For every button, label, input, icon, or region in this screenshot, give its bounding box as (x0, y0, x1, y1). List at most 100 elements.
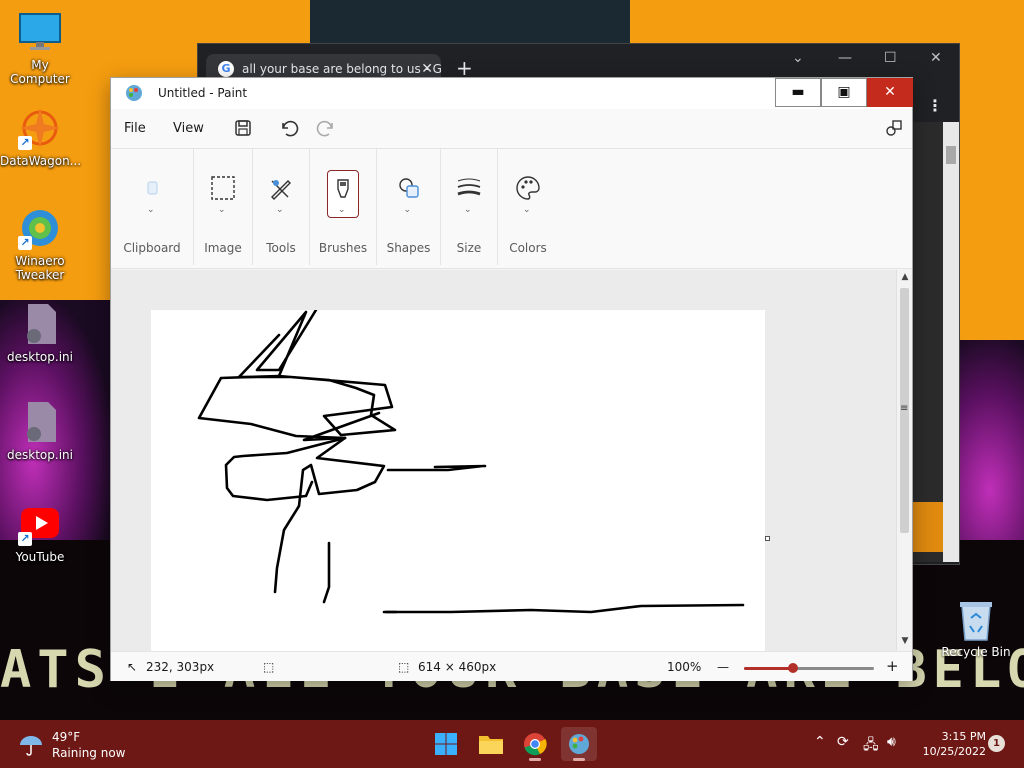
zoom-in-icon[interactable]: + (886, 657, 899, 675)
drawing-stroke (224, 436, 347, 502)
clipboard-icon (147, 181, 158, 195)
minimize-button[interactable]: ▬ (775, 78, 821, 107)
desktop-icon-desktop-ini-2[interactable]: desktop.ini (0, 400, 80, 462)
sync-icon[interactable]: ⟳ (837, 734, 849, 750)
minimize-icon: ▬ (791, 84, 805, 100)
winaero-tweaker-icon: ↗ (18, 206, 62, 250)
selection-size-icon: ⬚ (263, 660, 275, 674)
ribbon-group-brushes[interactable]: ⌄ Brushes (310, 149, 377, 265)
desktop-icon-label: desktop.ini (7, 448, 73, 462)
maximize-button[interactable]: ▣ (821, 78, 867, 107)
settings-file-icon (18, 302, 62, 346)
desktop-icon-label: DataWagon... (0, 154, 82, 168)
layers-icon[interactable] (883, 117, 905, 139)
scroll-up-icon[interactable]: ▲ (897, 272, 913, 282)
chevron-down-icon: ⌄ (464, 205, 472, 215)
close-button[interactable]: ✕ (867, 78, 913, 107)
taskbar-file-explorer[interactable] (473, 727, 509, 761)
brush-icon (337, 179, 349, 198)
desktop-icon-desktop-ini-1[interactable]: desktop.ini (0, 302, 80, 364)
desktop-icon-winaero-tweaker[interactable]: ↗ Winaero Tweaker (0, 206, 80, 282)
tab-search-icon[interactable]: ⌄ (792, 50, 804, 66)
ribbon-group-tools[interactable]: ⌄ Tools (253, 149, 310, 265)
ribbon-group-shapes[interactable]: ⌄ Shapes (377, 149, 441, 265)
selection-icon (211, 176, 235, 200)
folder-icon (479, 736, 503, 754)
speaker-icon[interactable]: 🔊︎ (887, 734, 896, 750)
cursor-position: 232, 303px (146, 660, 215, 674)
desktop-icon-label: desktop.ini (7, 350, 73, 364)
maximize-icon[interactable]: ☐ (884, 50, 897, 66)
ribbon-label: Brushes (318, 241, 368, 255)
ribbon-group-colors[interactable]: ⌄ Colors (498, 149, 558, 265)
drawing-canvas[interactable] (151, 310, 765, 651)
stroke-size-icon (457, 178, 481, 196)
close-icon: ✕ (884, 84, 896, 100)
ribbon-toolbar: ⌄ Clipboard ⌄ Image ⌄ Tools ⌄ Brushes ⌄ … (111, 149, 912, 269)
scroll-down-icon[interactable]: ▼ (897, 636, 913, 646)
zoom-level[interactable]: 100% (667, 660, 701, 674)
pencil-icon (271, 180, 291, 200)
youtube-icon: ↗ (18, 502, 62, 546)
minimize-icon[interactable]: — (838, 50, 852, 66)
palette-icon (516, 176, 540, 200)
desktop-icon-my-computer[interactable]: My Computer (0, 10, 80, 86)
undo-icon[interactable] (277, 117, 299, 139)
ribbon-label: Colors (509, 241, 547, 255)
desktop-icon-datawagon[interactable]: ↗ DataWagon... (0, 106, 82, 168)
ribbon-label: Shapes (386, 241, 431, 255)
paint-titlebar[interactable]: Untitled - Paint ▬ ▣ ✕ (111, 78, 913, 109)
running-indicator (529, 758, 541, 761)
status-bar: ↖ 232, 303px ⬚ ⬚ 614 × 460px 100% — + (111, 651, 912, 681)
maximize-icon: ▣ (837, 84, 851, 100)
chrome-scrollbar[interactable] (943, 122, 959, 562)
cursor-icon: ↖ (127, 660, 138, 674)
chevron-down-icon: ⌄ (218, 205, 226, 215)
taskbar: 49°F Raining now ⌃ ⟳ 🖧 🔊︎ 3:15 PM 10/25/… (0, 720, 1024, 768)
paint-app-icon (569, 734, 589, 754)
canvas-size: 614 × 460px (418, 660, 497, 674)
google-icon: G (218, 61, 234, 77)
rain-umbrella-icon (20, 736, 42, 756)
start-button[interactable] (428, 727, 464, 761)
settings-file-icon (18, 400, 62, 444)
redo-icon[interactable] (316, 117, 338, 139)
zoom-slider[interactable] (744, 663, 874, 673)
chevron-up-icon[interactable]: ⌃ (814, 734, 826, 750)
zoom-out-icon[interactable]: — (717, 660, 729, 674)
taskbar-paint[interactable] (561, 727, 597, 761)
system-clock[interactable]: 3:15 PM 10/25/2022 (912, 729, 986, 759)
paint-window[interactable]: Untitled - Paint ▬ ▣ ✕ File View ⌄ Clipb… (110, 77, 913, 681)
windows-logo-icon (435, 733, 457, 755)
desktop-icon-recycle-bin[interactable]: Recycle Bin (940, 598, 1012, 659)
canvas-scrollbar[interactable]: ▲ ≡ ▼ (896, 270, 912, 651)
drawing-stroke (382, 603, 745, 614)
save-icon[interactable] (232, 117, 254, 139)
ribbon-group-image[interactable]: ⌄ Image (194, 149, 253, 265)
ribbon-label: Clipboard (123, 241, 181, 255)
drawing-stroke (197, 374, 347, 440)
network-icon[interactable]: 🖧 (863, 734, 879, 758)
zoom-slider-fill (744, 667, 794, 670)
taskbar-chrome[interactable] (517, 727, 553, 761)
notification-badge[interactable]: 1 (988, 735, 1005, 752)
canvas-workspace (111, 270, 896, 651)
chevron-down-icon: ⌄ (523, 205, 531, 215)
chrome-menu-icon[interactable]: ⋮ (927, 96, 943, 115)
desktop-icon-youtube[interactable]: ↗ YouTube (0, 502, 80, 564)
chevron-down-icon: ⌄ (147, 205, 155, 215)
close-icon[interactable]: ✕ (930, 50, 942, 66)
ribbon-group-size[interactable]: ⌄ Size (441, 149, 498, 265)
canvas-resize-handle[interactable] (765, 536, 770, 541)
recycle-bin-icon (960, 602, 992, 641)
drawing-stroke (322, 541, 331, 604)
ribbon-group-clipboard[interactable]: ⌄ Clipboard (111, 149, 194, 265)
ribbon-label: Size (456, 241, 482, 255)
datawagon-icon: ↗ (18, 106, 62, 150)
shortcut-arrow-icon: ↗ (18, 532, 32, 546)
menu-view[interactable]: View (173, 121, 204, 136)
ribbon-label: Tools (266, 241, 296, 255)
zoom-slider-thumb[interactable] (788, 663, 799, 673)
menu-file[interactable]: File (124, 121, 146, 136)
desktop-icon-label: Recycle Bin (941, 645, 1011, 659)
